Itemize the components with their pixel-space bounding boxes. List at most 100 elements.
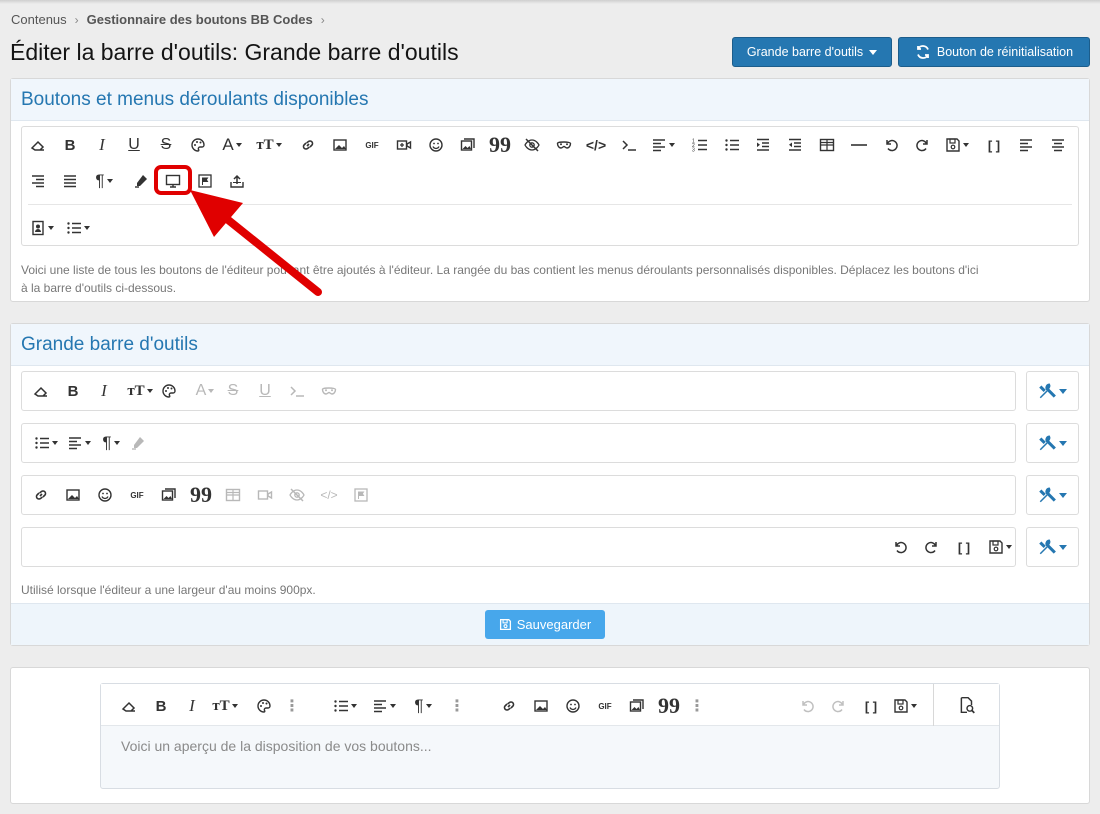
preview-button[interactable] — [933, 684, 999, 726]
paragraph-dropdown-icon[interactable]: ¶ — [96, 432, 126, 454]
gif-icon[interactable]: GIF — [126, 484, 148, 506]
horizontal-line-icon[interactable] — [848, 134, 870, 156]
palette-icon[interactable] — [187, 134, 209, 156]
more-vertical-icon[interactable]: ⋮ — [686, 695, 708, 717]
flag-icon[interactable] — [350, 484, 372, 506]
row-1-tools-button[interactable] — [1026, 371, 1079, 411]
quote-icon[interactable]: 99 — [658, 693, 680, 718]
drafts-save-dropdown-icon[interactable] — [942, 134, 972, 156]
align-dropdown-icon[interactable] — [648, 134, 678, 156]
eraser-icon[interactable] — [30, 380, 52, 402]
toolbar-row-2[interactable] — [21, 423, 1016, 463]
gif-icon[interactable]: GIF — [361, 134, 383, 156]
align-dropdown-icon[interactable] — [64, 432, 94, 454]
underline-icon[interactable]: U — [254, 380, 276, 402]
bold-icon[interactable]: B — [59, 134, 81, 156]
align-justify-icon[interactable] — [59, 170, 81, 192]
indent-icon[interactable] — [752, 134, 774, 156]
underline-icon[interactable]: U — [123, 134, 145, 156]
link-icon[interactable] — [498, 695, 520, 717]
align-right-icon[interactable] — [27, 170, 49, 192]
gallery-icon[interactable] — [158, 484, 180, 506]
bbcode-toggle-icon[interactable]: [ ] — [983, 134, 1005, 156]
spoiler-eye-slash-icon[interactable] — [286, 484, 308, 506]
more-vertical-icon[interactable]: ⋮ — [446, 695, 468, 717]
palette-icon[interactable] — [253, 695, 275, 717]
list-dropdown-icon[interactable] — [63, 217, 93, 239]
align-dropdown-icon[interactable] — [369, 695, 399, 717]
font-size-dropdown-icon[interactable]: тT — [253, 134, 285, 156]
paragraph-dropdown-icon[interactable]: ¶ — [89, 170, 119, 192]
drafts-save-dropdown-icon[interactable] — [985, 536, 1015, 558]
video-add-icon[interactable] — [254, 484, 276, 506]
strikethrough-icon[interactable]: S — [155, 134, 177, 156]
bold-icon[interactable]: B — [62, 380, 84, 402]
inline-code-terminal-icon[interactable] — [285, 380, 309, 402]
unordered-list-icon[interactable] — [721, 134, 743, 156]
code-icon[interactable]: </> — [318, 484, 340, 506]
smiley-icon[interactable] — [562, 695, 584, 717]
italic-icon[interactable]: I — [93, 380, 115, 402]
inline-spoiler-mask-icon[interactable] — [318, 380, 340, 402]
gallery-icon[interactable] — [626, 695, 648, 717]
strikethrough-icon[interactable]: S — [222, 380, 244, 402]
eraser-icon[interactable] — [27, 134, 49, 156]
image-icon[interactable] — [62, 484, 84, 506]
contact-dropdown-icon[interactable] — [27, 217, 57, 239]
row-4-tools-button[interactable] — [1026, 527, 1079, 567]
image-icon[interactable] — [530, 695, 552, 717]
smiley-icon[interactable] — [94, 484, 116, 506]
redo-icon[interactable] — [912, 134, 934, 156]
palette-icon[interactable] — [158, 380, 180, 402]
smiley-icon[interactable] — [425, 134, 447, 156]
undo-icon[interactable] — [880, 134, 902, 156]
upload-icon[interactable] — [226, 170, 248, 192]
highlighter-icon[interactable] — [130, 170, 152, 192]
redo-icon[interactable] — [921, 536, 943, 558]
link-icon[interactable] — [30, 484, 52, 506]
align-left-icon[interactable] — [1015, 134, 1037, 156]
drafts-save-dropdown-icon[interactable] — [890, 695, 920, 717]
spoiler-eye-slash-icon[interactable] — [521, 134, 543, 156]
list-dropdown-icon[interactable] — [31, 432, 61, 454]
image-icon[interactable] — [329, 134, 351, 156]
quote-icon[interactable]: 99 — [489, 132, 511, 157]
row-3-tools-button[interactable] — [1026, 475, 1079, 515]
more-vertical-icon[interactable]: ⋮ — [281, 695, 303, 717]
table-icon[interactable] — [816, 134, 838, 156]
toolbar-row-4[interactable] — [21, 527, 1016, 567]
bbcode-toggle-icon[interactable]: [ ] — [953, 536, 975, 558]
paragraph-dropdown-icon[interactable]: ¶ — [408, 695, 438, 717]
video-add-icon[interactable] — [393, 134, 415, 156]
redo-icon[interactable] — [828, 695, 850, 717]
breadcrumb-item-contenus[interactable]: Contenus — [11, 12, 67, 27]
quote-icon[interactable]: 99 — [190, 482, 212, 507]
italic-icon[interactable]: I — [91, 134, 113, 156]
gallery-icon[interactable] — [457, 134, 479, 156]
bold-icon[interactable]: B — [150, 695, 172, 717]
eraser-icon[interactable] — [118, 695, 140, 717]
font-color-dropdown-icon[interactable]: A — [218, 134, 246, 156]
table-icon[interactable] — [222, 484, 244, 506]
reset-button[interactable]: Bouton de réinitialisation — [898, 37, 1090, 67]
highlighter-icon[interactable] — [127, 432, 149, 454]
undo-icon[interactable] — [796, 695, 818, 717]
list-dropdown-icon[interactable] — [330, 695, 360, 717]
gif-icon[interactable]: GIF — [594, 695, 616, 717]
flag-icon[interactable] — [194, 170, 216, 192]
font-size-dropdown-icon[interactable]: тT — [209, 695, 241, 717]
undo-icon[interactable] — [889, 536, 911, 558]
save-button[interactable]: Sauvegarder — [485, 610, 605, 639]
row-2-tools-button[interactable] — [1026, 423, 1079, 463]
inline-spoiler-mask-icon[interactable] — [553, 134, 575, 156]
ordered-list-icon[interactable]: 123 — [689, 134, 711, 156]
link-icon[interactable] — [297, 134, 319, 156]
breadcrumb-item-gestionnaire[interactable]: Gestionnaire des boutons BB Codes — [87, 12, 313, 27]
code-icon[interactable]: </> — [585, 134, 607, 156]
editor-placeholder[interactable]: Voici un aperçu de la disposition de vos… — [121, 738, 432, 754]
bbcode-toggle-icon[interactable]: [ ] — [860, 695, 882, 717]
italic-icon[interactable]: I — [181, 695, 203, 717]
align-center-icon[interactable] — [1047, 134, 1069, 156]
font-size-dropdown-icon[interactable]: тT — [125, 380, 155, 402]
outdent-icon[interactable] — [784, 134, 806, 156]
